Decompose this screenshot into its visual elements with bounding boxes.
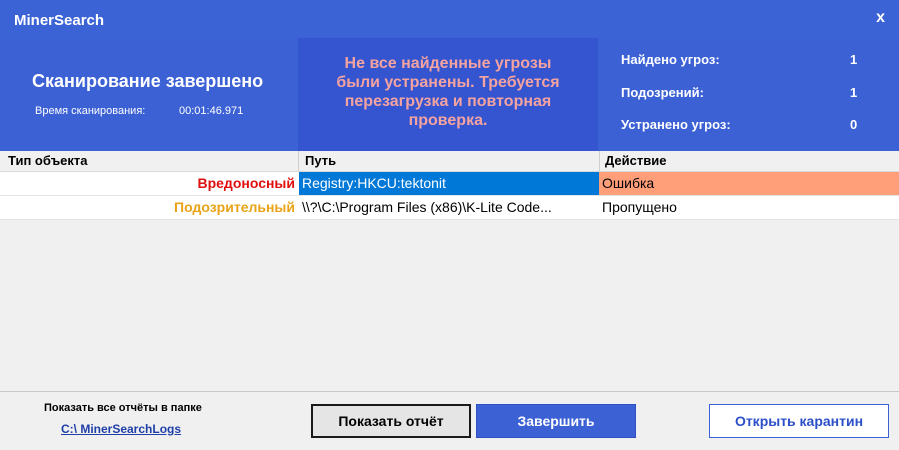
table-row[interactable]: Подозрительный \\?\C:\Program Files (x86… <box>0 196 899 220</box>
warning-panel: Не все найденные угрозы были устранены. … <box>298 38 598 151</box>
close-button[interactable]: x <box>876 9 885 27</box>
open-quarantine-button[interactable]: Открыть карантин <box>709 404 889 438</box>
logs-folder-label: Показать все отчёты в папке <box>44 402 202 414</box>
warning-line: Не все найденные угрозы <box>344 55 552 72</box>
suspicious-value: 1 <box>850 85 858 100</box>
column-header-path[interactable]: Путь <box>305 153 336 168</box>
warning-line: были устранены. Требуется <box>336 74 560 91</box>
finish-button[interactable]: Завершить <box>476 404 636 438</box>
scan-time-value: 00:01:46.971 <box>179 105 244 117</box>
threats-found-label: Найдено угроз: <box>621 52 720 67</box>
row-path: \\?\C:\Program Files (x86)\K-Lite Code..… <box>299 196 599 219</box>
logs-folder-link[interactable]: C:\ MinerSearchLogs <box>61 422 181 436</box>
window-title: MinerSearch <box>14 12 105 29</box>
threats-fixed-label: Устранено угроз: <box>621 117 731 132</box>
warning-line: проверка. <box>408 112 488 129</box>
threats-fixed-value: 0 <box>850 117 858 132</box>
title-bar: MinerSearch x <box>0 0 899 38</box>
show-report-button[interactable]: Показать отчёт <box>311 404 471 438</box>
scan-time-label: Время сканирования: <box>35 105 146 117</box>
row-action: Пропущено <box>599 196 899 219</box>
row-type: Подозрительный <box>174 199 295 215</box>
results-table: Тип объекта Путь Действие Вредоносный Re… <box>0 151 899 391</box>
footer-bar: Показать все отчёты в папке C:\ MinerSea… <box>0 391 899 450</box>
warning-message: Не все найденные угрозы были устранены. … <box>298 54 598 130</box>
table-header: Тип объекта Путь Действие <box>0 151 899 172</box>
row-path: Registry:HKCU:tektonit <box>299 172 599 195</box>
row-type: Вредоносный <box>197 175 295 191</box>
column-divider[interactable] <box>298 151 299 171</box>
warning-line: перезагрузка и повторная <box>344 93 552 110</box>
row-action: Ошибка <box>599 172 899 195</box>
scan-summary-header: Сканирование завершено Время сканировани… <box>0 38 899 151</box>
suspicious-label: Подозрений: <box>621 85 704 100</box>
column-header-action[interactable]: Действие <box>605 153 666 168</box>
column-divider[interactable] <box>599 151 600 171</box>
threats-found-value: 1 <box>850 52 858 67</box>
scan-status: Сканирование завершено <box>32 71 264 91</box>
column-header-type[interactable]: Тип объекта <box>8 153 88 168</box>
table-row[interactable]: Вредоносный Registry:HKCU:tektonit Ошибк… <box>0 172 899 196</box>
